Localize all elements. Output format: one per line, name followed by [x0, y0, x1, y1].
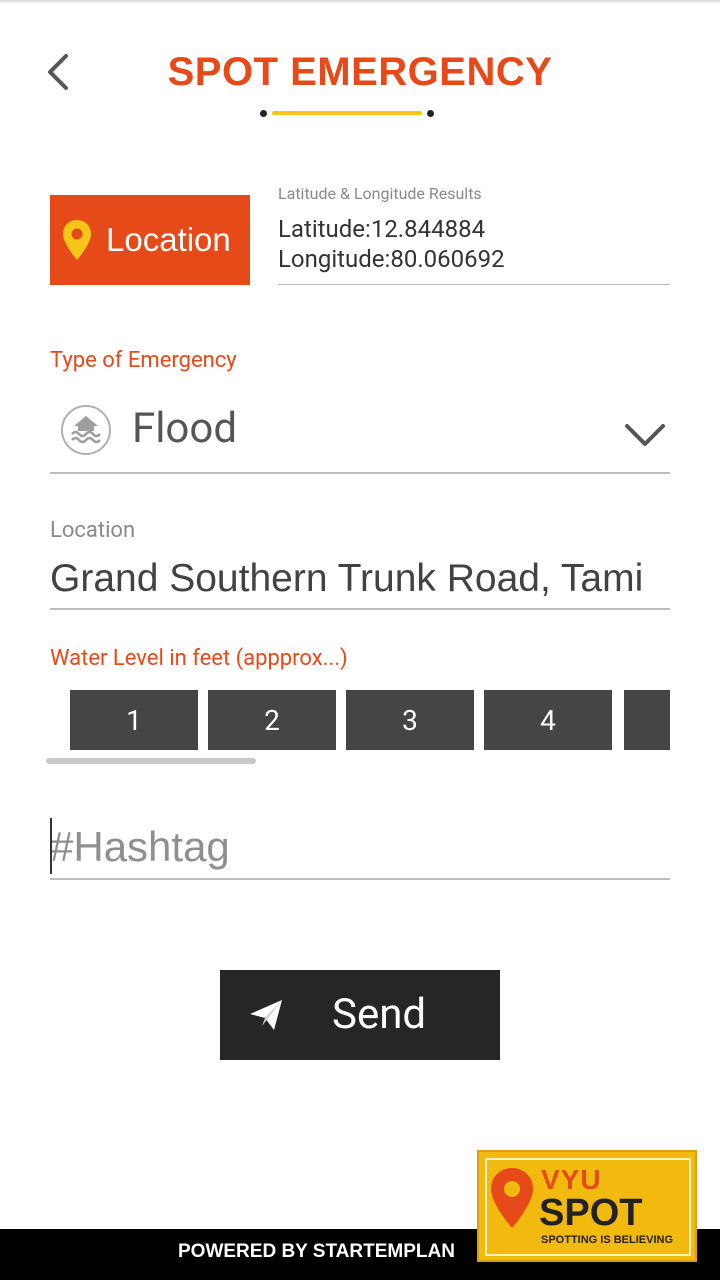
water-level-label: Water Level in feet (appprox...): [50, 646, 348, 671]
water-level-option[interactable]: 1: [70, 690, 198, 750]
coordinates-caption: Latitude & Longitude Results: [278, 184, 482, 203]
location-field-label: Location: [50, 518, 136, 543]
emergency-type-value: Flood: [132, 404, 238, 453]
water-level-option[interactable]: 4: [484, 690, 612, 750]
flood-icon: [61, 405, 111, 455]
emergency-type-label: Type of Emergency: [50, 348, 237, 373]
longitude-row: Longitude:80.060692: [278, 244, 505, 274]
map-pin-icon: [63, 220, 91, 260]
send-button-label: Send: [332, 990, 427, 1039]
latitude-label: Latitude:: [278, 215, 371, 243]
coordinates-divider: [278, 284, 670, 285]
longitude-value: 80.060692: [390, 245, 505, 273]
water-level-option[interactable]: 3: [346, 690, 474, 750]
hashtag-input[interactable]: [50, 816, 670, 878]
water-level-option[interactable]: [624, 690, 670, 750]
send-button[interactable]: Send: [220, 970, 500, 1060]
latitude-value: 12.844884: [370, 215, 486, 243]
underline-dot-right: [427, 110, 434, 117]
logo-tagline: SPOTTING IS BELIEVING: [541, 1234, 674, 1246]
longitude-label: Longitude:: [278, 245, 391, 273]
emergency-type-select[interactable]: Flood: [50, 396, 670, 474]
location-input[interactable]: Grand Southern Trunk Road, Tami: [50, 552, 670, 610]
page-title: SPOT EMERGENCY: [167, 50, 553, 94]
location-button-label: Location: [106, 221, 231, 258]
logo-pin-icon: [491, 1168, 533, 1228]
underline-line: [272, 111, 422, 115]
title-underline: [260, 108, 436, 118]
water-level-scrollbar[interactable]: [46, 758, 256, 764]
hashtag-field[interactable]: [50, 816, 670, 880]
vyu-spot-logo: VYU SPOT SPOTTING IS BELIEVING: [477, 1150, 697, 1262]
text-caret: [50, 818, 52, 874]
spot-emergency-screen: SPOT EMERGENCY Location Latitude & Longi…: [0, 0, 720, 1280]
latitude-row: Latitude:12.844884: [278, 214, 505, 244]
paper-plane-icon: [250, 1000, 282, 1030]
underline-dot-left: [260, 110, 267, 117]
get-location-button[interactable]: Location: [50, 195, 250, 285]
logo-spot-text: SPOT: [539, 1192, 643, 1234]
chevron-down-icon: [625, 424, 665, 446]
water-level-option[interactable]: 2: [208, 690, 336, 750]
powered-by-text: POWERED BY STARTEMPLAN: [178, 1241, 455, 1262]
coordinates-readout: Latitude:12.844884 Longitude:80.060692: [278, 214, 505, 274]
water-level-options[interactable]: 1 2 3 4: [50, 690, 670, 752]
status-shadow: [0, 0, 720, 4]
